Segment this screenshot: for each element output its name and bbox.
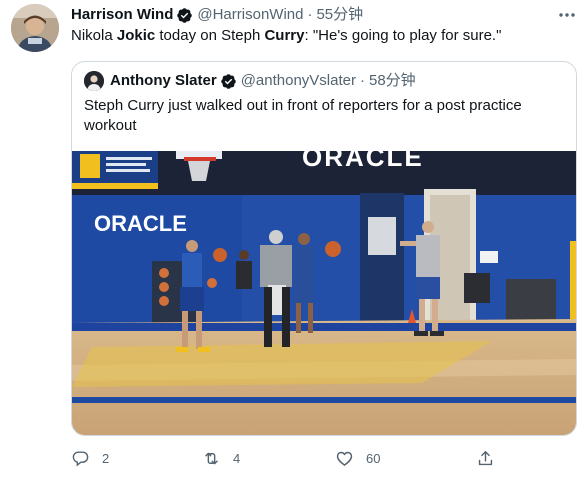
tweet-text-bold: Curry bbox=[264, 27, 305, 44]
tweet-text-part: Nikola bbox=[71, 27, 117, 44]
quote-header: Anthony Slater @anthonyVslater · 58分钟 bbox=[84, 71, 416, 91]
tweet-text: Nikola Jokic today on Steph Curry: "He's… bbox=[71, 26, 501, 46]
verified-badge-icon bbox=[177, 7, 193, 23]
reply-count: 2 bbox=[102, 450, 110, 466]
share-button[interactable] bbox=[476, 446, 507, 470]
reply-button[interactable]: 2 bbox=[71, 446, 109, 470]
tweet[interactable]: Harrison Wind @HarrisonWind · 55分钟 Nikol… bbox=[0, 0, 588, 480]
separator-dot: · bbox=[307, 6, 313, 23]
reply-icon bbox=[72, 450, 89, 466]
author-avatar[interactable] bbox=[11, 4, 59, 52]
retweet-count: 4 bbox=[233, 450, 241, 466]
retweet-button[interactable]: 4 bbox=[202, 446, 240, 470]
heart-icon bbox=[336, 451, 353, 466]
retweet-icon bbox=[205, 452, 218, 464]
like-button[interactable]: 60 bbox=[335, 446, 380, 470]
separator-dot: · bbox=[359, 72, 365, 89]
author-handle[interactable]: @HarrisonWind bbox=[197, 5, 303, 25]
tweet-time[interactable]: 55分钟 bbox=[316, 5, 363, 25]
tweet-text-part: today on Steph bbox=[155, 27, 265, 44]
quote-author-handle: @anthonyVslater bbox=[240, 72, 356, 89]
more-options-icon[interactable] bbox=[556, 6, 578, 24]
author-name[interactable]: Harrison Wind bbox=[71, 5, 173, 25]
share-icon bbox=[478, 450, 493, 465]
verified-badge-icon bbox=[220, 73, 236, 89]
tweet-text-bold: Jokic bbox=[116, 27, 156, 44]
quote-text: Steph Curry just walked out in front of … bbox=[84, 97, 522, 134]
tweet-text-part: : "He's going to play for sure." bbox=[304, 27, 502, 44]
quote-author-avatar bbox=[84, 71, 104, 91]
oracle-banner-text: ORACLE bbox=[302, 151, 424, 172]
oracle-wall-text: ORACLE bbox=[94, 211, 187, 236]
video-thumbnail[interactable]: ORACLE ORACLE bbox=[72, 151, 576, 435]
like-count: 60 bbox=[366, 450, 381, 466]
tweet-actions: 2 4 60 bbox=[71, 446, 511, 470]
tweet-header: Harrison Wind @HarrisonWind · 55分钟 bbox=[71, 5, 363, 25]
quoted-tweet[interactable]: Anthony Slater @anthonyVslater · 58分钟 St… bbox=[71, 61, 577, 436]
quote-author-name: Anthony Slater bbox=[110, 72, 217, 89]
quote-time: 58分钟 bbox=[368, 72, 416, 89]
